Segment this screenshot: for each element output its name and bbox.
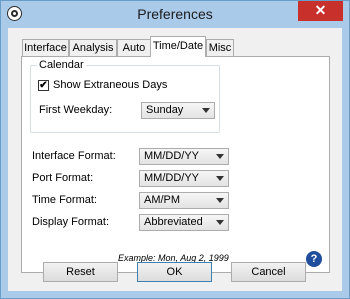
chevron-down-icon bbox=[216, 154, 224, 159]
time-format-value: AM/PM bbox=[144, 194, 181, 206]
chevron-down-icon bbox=[216, 198, 224, 203]
display-format-label: Display Format: bbox=[32, 216, 110, 228]
display-format-select[interactable]: Abbreviated bbox=[139, 214, 229, 231]
ok-button[interactable]: OK bbox=[137, 262, 212, 282]
first-weekday-value: Sunday bbox=[146, 104, 184, 116]
cancel-button[interactable]: Cancel bbox=[231, 262, 306, 282]
reset-button[interactable]: Reset bbox=[43, 262, 118, 282]
chevron-down-icon bbox=[216, 220, 224, 225]
time-format-label: Time Format: bbox=[32, 194, 97, 206]
time-format-select[interactable]: AM/PM bbox=[139, 192, 229, 209]
show-extraneous-days-checkbox[interactable]: ✔ bbox=[38, 80, 49, 91]
first-weekday-label: First Weekday: bbox=[39, 104, 113, 116]
port-format-label: Port Format: bbox=[32, 172, 94, 184]
interface-format-label: Interface Format: bbox=[32, 150, 116, 162]
window-title: Preferences bbox=[137, 6, 213, 22]
interface-format-value: MM/DD/YY bbox=[144, 150, 199, 162]
tab-auto[interactable]: Auto bbox=[117, 39, 151, 56]
tab-time-date[interactable]: Time/Date bbox=[150, 36, 206, 57]
time-date-panel: Calendar ✔ Show Extraneous Days First We… bbox=[21, 56, 330, 273]
calendar-groupbox: Calendar ✔ Show Extraneous Days First We… bbox=[30, 59, 220, 133]
first-weekday-select[interactable]: Sunday bbox=[141, 102, 215, 119]
port-format-value: MM/DD/YY bbox=[144, 172, 199, 184]
tab-misc[interactable]: Misc bbox=[206, 39, 234, 56]
display-format-value: Abbreviated bbox=[144, 216, 203, 228]
chevron-down-icon bbox=[216, 176, 224, 181]
calendar-legend: Calendar bbox=[37, 59, 86, 71]
interface-format-select[interactable]: MM/DD/YY bbox=[139, 148, 229, 165]
chevron-down-icon bbox=[202, 108, 210, 113]
title-bar[interactable]: Preferences ✕ bbox=[1, 1, 349, 27]
tab-interface[interactable]: Interface bbox=[22, 39, 69, 56]
port-format-select[interactable]: MM/DD/YY bbox=[139, 170, 229, 187]
dialog-body: Interface Analysis Auto Time/Date Misc C… bbox=[8, 28, 342, 291]
show-extraneous-days-label: Show Extraneous Days bbox=[53, 79, 168, 91]
help-icon[interactable]: ? bbox=[306, 251, 322, 267]
preferences-window: Preferences ✕ Interface Analysis Auto Ti… bbox=[0, 0, 350, 299]
tab-analysis[interactable]: Analysis bbox=[69, 39, 117, 56]
close-button[interactable]: ✕ bbox=[298, 1, 343, 21]
